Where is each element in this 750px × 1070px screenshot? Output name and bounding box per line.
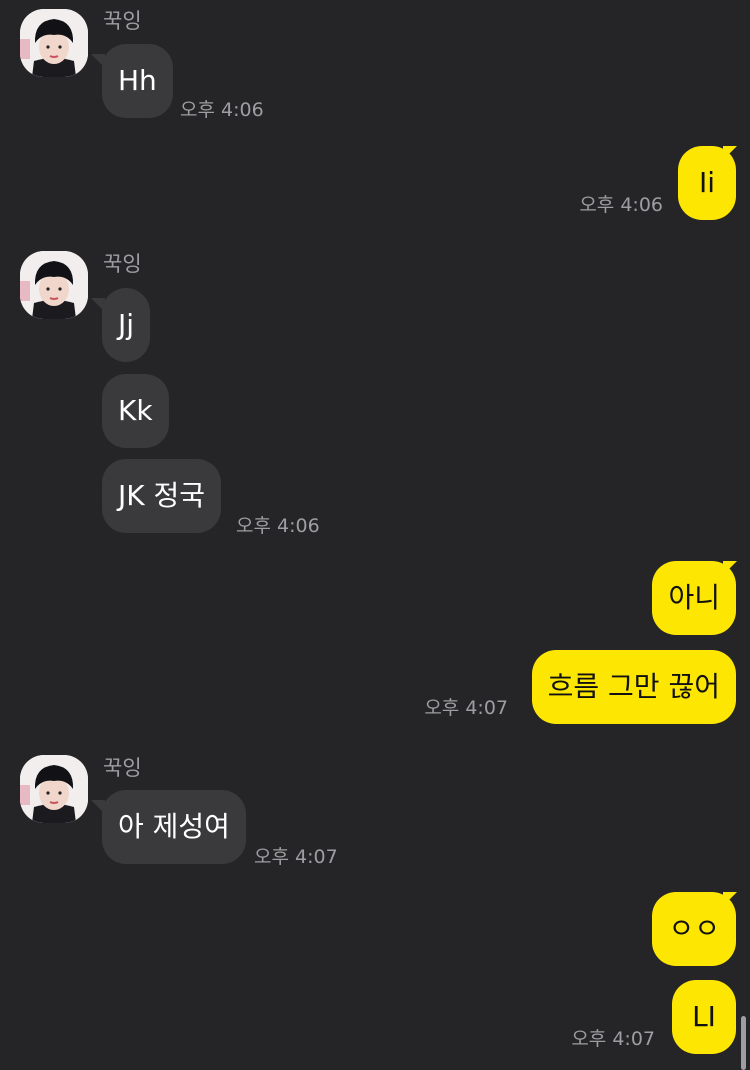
sender-name: 꾹잉: [103, 756, 142, 780]
message-bubble[interactable]: Ii: [678, 146, 736, 220]
avatar-photo: [20, 251, 88, 319]
message-timestamp: 오후 4:07: [254, 846, 338, 868]
avatar-photo: [20, 9, 88, 77]
message-bubble[interactable]: Hh: [102, 44, 173, 118]
sender-name: 꾹잉: [103, 9, 142, 33]
message-bubble[interactable]: JK 정국: [102, 459, 222, 533]
message-timestamp: 오후 4:07: [571, 1028, 655, 1050]
contact-avatar[interactable]: [20, 755, 88, 823]
message-bubble[interactable]: Kk: [102, 374, 169, 448]
message-timestamp: 오후 4:06: [236, 515, 320, 537]
contact-avatar[interactable]: [20, 9, 88, 77]
message-bubble[interactable]: ㅇㅇ: [652, 892, 736, 966]
message-timestamp: 오후 4:06: [579, 194, 663, 216]
message-bubble[interactable]: 흐름 그만 끊어: [531, 650, 736, 724]
message-timestamp: 오후 4:06: [180, 99, 264, 121]
message-bubble[interactable]: 아 제성여: [102, 790, 246, 864]
contact-avatar[interactable]: [20, 251, 88, 319]
message-bubble[interactable]: 아니: [652, 561, 736, 635]
sender-name: 꾹잉: [103, 252, 142, 276]
message-bubble[interactable]: Jj: [102, 288, 151, 362]
avatar-photo: [20, 755, 88, 823]
scrollbar[interactable]: [741, 1016, 746, 1070]
message-timestamp: 오후 4:07: [424, 697, 508, 719]
message-bubble[interactable]: LI: [672, 980, 736, 1054]
